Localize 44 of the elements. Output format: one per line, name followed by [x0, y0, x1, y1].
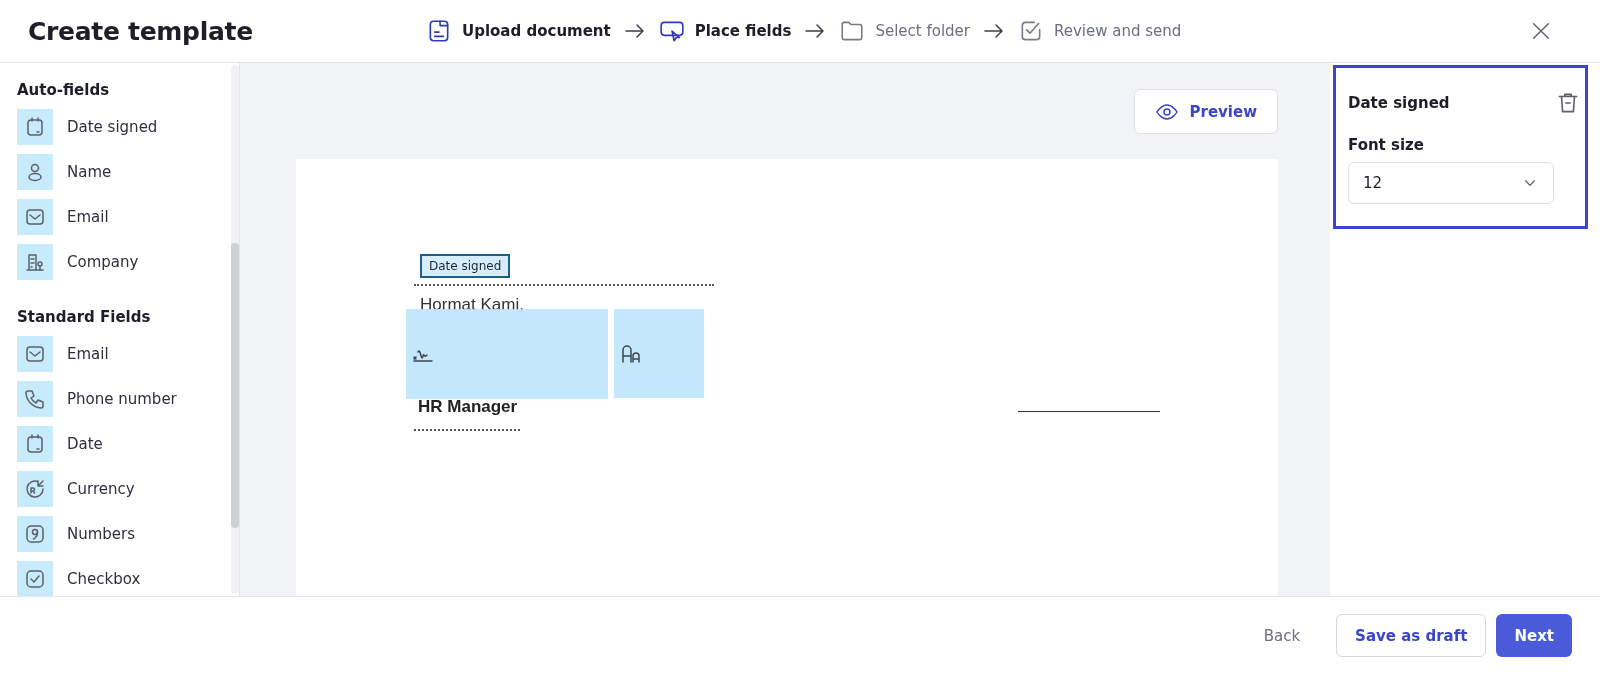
back-button[interactable]: Back: [1237, 626, 1327, 645]
field-icon-tile[interactable]: [17, 516, 53, 552]
field-icon-tile[interactable]: [17, 109, 53, 145]
field-label[interactable]: Date signed: [67, 118, 158, 136]
field-label[interactable]: Currency: [67, 480, 135, 498]
step-label: Place fields: [694, 22, 792, 40]
next-button[interactable]: Next: [1496, 614, 1572, 657]
field-label[interactable]: Company: [67, 253, 139, 271]
field-label[interactable]: Name: [67, 163, 112, 181]
step-label: Review and send: [1053, 22, 1182, 40]
number-nine-icon: [23, 522, 47, 546]
preview-button[interactable]: Preview: [1134, 89, 1278, 134]
field-icon-tile[interactable]: [17, 471, 53, 507]
close-icon[interactable]: [1530, 20, 1552, 42]
field-title: Date signed: [1348, 94, 1450, 112]
step-label: Select folder: [875, 22, 970, 40]
section-heading: Standard Fields: [17, 308, 152, 326]
save-draft-button[interactable]: Save as draft: [1336, 614, 1487, 657]
field-icon-tile[interactable]: [17, 336, 53, 372]
field-label[interactable]: Checkbox: [67, 570, 141, 588]
field-icon-tile[interactable]: [17, 199, 53, 235]
field-icon-tile[interactable]: [17, 244, 53, 280]
font-size-label: Font size: [1348, 136, 1425, 154]
field-label[interactable]: Email: [67, 345, 109, 363]
document-text: HR Manager: [418, 397, 518, 417]
section-heading: Auto-fields: [17, 81, 111, 99]
field-icon-tile[interactable]: [17, 154, 53, 190]
field-label[interactable]: Date: [67, 435, 103, 453]
field-icon-tile[interactable]: [17, 426, 53, 462]
checkbox-icon: [23, 567, 47, 591]
text-field[interactable]: [614, 309, 704, 398]
currency-icon: [23, 477, 47, 501]
scrollbar[interactable]: [231, 65, 239, 594]
field-icon-tile[interactable]: [17, 561, 53, 596]
field-label[interactable]: Numbers: [67, 525, 136, 543]
step-label: Upload document: [462, 22, 611, 40]
font-size-dropdown[interactable]: 12: [1348, 162, 1554, 204]
phone-icon: [23, 387, 47, 411]
document-text: Hormat Kami,: [420, 295, 524, 315]
field-icon-tile[interactable]: [17, 381, 53, 417]
field-label[interactable]: Email: [67, 208, 109, 226]
date-signed-field[interactable]: Date signed: [420, 254, 511, 278]
field-label[interactable]: Phone number: [67, 390, 177, 408]
page-title: Create template: [28, 16, 254, 46]
